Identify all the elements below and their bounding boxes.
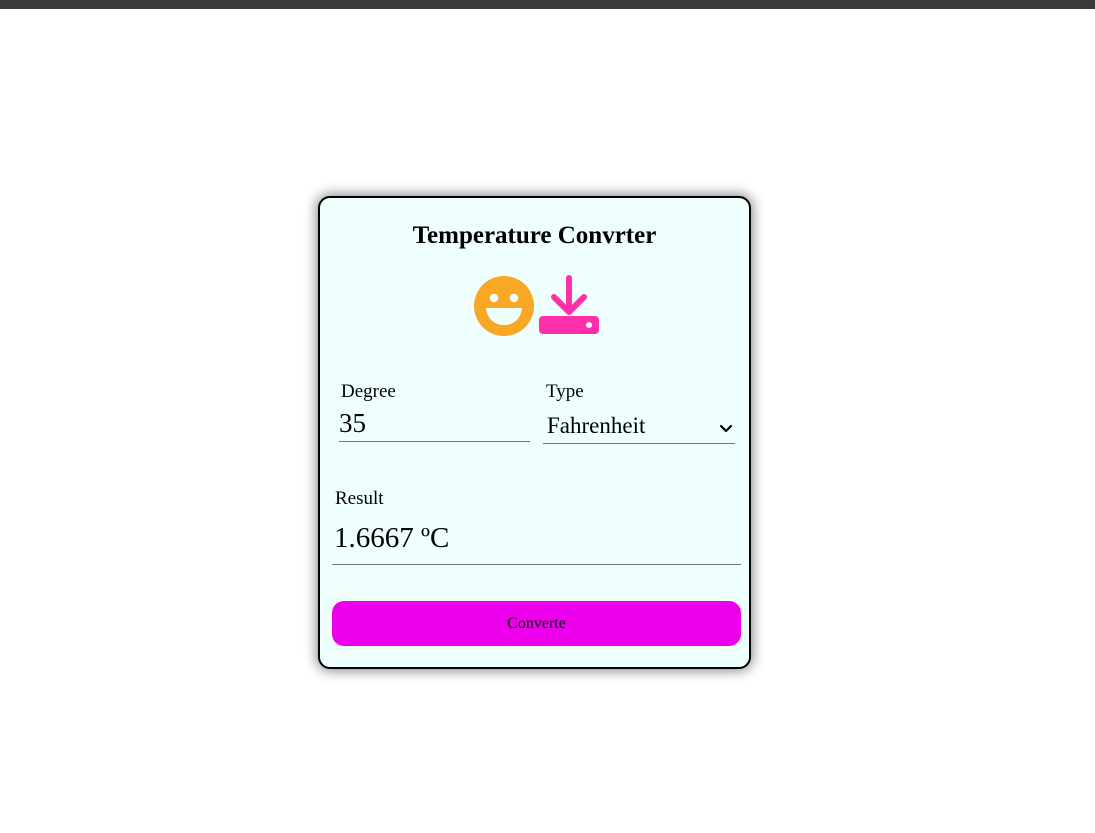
convert-button[interactable]: Converte [332,601,741,646]
converter-card: Temperature Convrter Degree Type Fahrenh… [318,196,751,669]
result-field: 1.6667 ºC [332,522,741,565]
result-label: Result [335,488,384,509]
grinning-face-icon [473,275,535,342]
type-select[interactable]: Fahrenheit [543,411,735,444]
browser-top-bar [0,0,1095,9]
page-title: Temperature Convrter [412,222,657,249]
chevron-down-icon [719,421,733,439]
type-selected-value: Fahrenheit [547,413,646,438]
degree-label: Degree [341,381,396,402]
download-icon [538,275,600,342]
degree-input[interactable] [339,408,530,442]
icon-group [473,275,603,339]
type-label: Type [546,381,584,402]
